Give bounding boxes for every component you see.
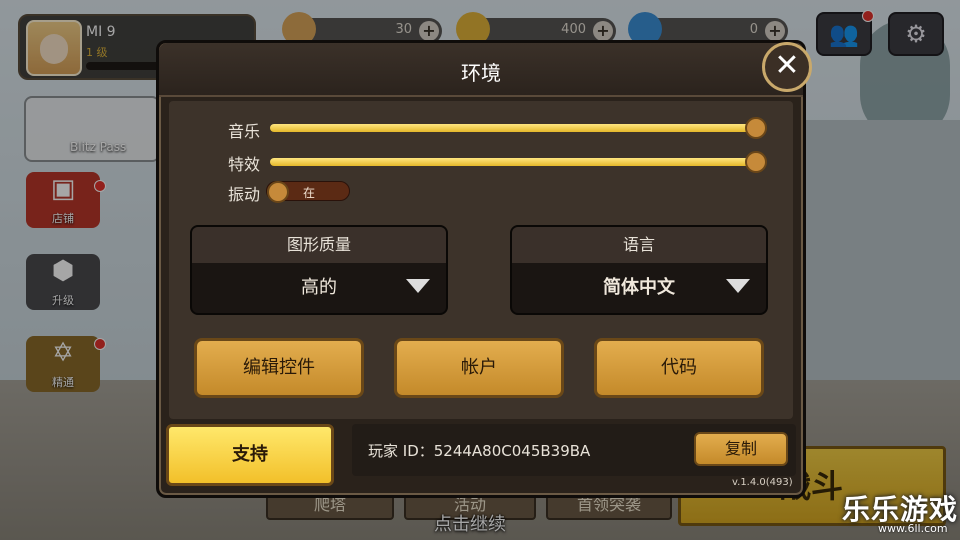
language-label: 语言 [512, 227, 766, 263]
copy-button[interactable]: 复制 [694, 432, 788, 466]
vibration-label: 振动 [227, 185, 260, 204]
close-icon: ✕ [774, 48, 800, 83]
version-label: v.1.4.0(493) [732, 477, 793, 488]
dialog-header: 环境 [159, 43, 803, 97]
dialog-title: 环境 [461, 61, 501, 85]
graphics-quality-label: 图形质量 [192, 227, 446, 263]
language-select[interactable]: 语言 简体中文 [510, 225, 768, 315]
watermark-url: www.6ll.com [878, 522, 948, 535]
vibration-toggle-knob [267, 181, 289, 203]
close-button[interactable]: ✕ [762, 42, 812, 92]
music-label: 音乐 [227, 122, 260, 141]
code-button[interactable]: 代码 [594, 338, 764, 398]
game-screen: MI 9 1 级 30 + 400 + 0 + 👥 ⚙ Blitz Pass ▣… [0, 0, 960, 540]
music-slider-fill [270, 124, 756, 132]
effects-label: 特效 [227, 155, 260, 174]
effects-slider-knob[interactable] [745, 151, 767, 173]
support-button[interactable]: 支持 [166, 424, 334, 486]
chevron-down-icon [726, 279, 750, 293]
music-slider-knob[interactable] [745, 117, 767, 139]
music-slider[interactable] [270, 117, 767, 139]
account-button[interactable]: 帐户 [394, 338, 564, 398]
edit-controls-button[interactable]: 编辑控件 [194, 338, 364, 398]
vibration-state: 在 [303, 186, 316, 200]
effects-slider[interactable] [270, 151, 767, 173]
effects-slider-fill [270, 158, 756, 166]
graphics-quality-select[interactable]: 图形质量 高的 [190, 225, 448, 315]
chevron-down-icon [406, 279, 430, 293]
vibration-toggle[interactable]: 在 [266, 181, 350, 203]
player-id: 玩家 ID：5244A80C045B39BA [368, 442, 591, 460]
